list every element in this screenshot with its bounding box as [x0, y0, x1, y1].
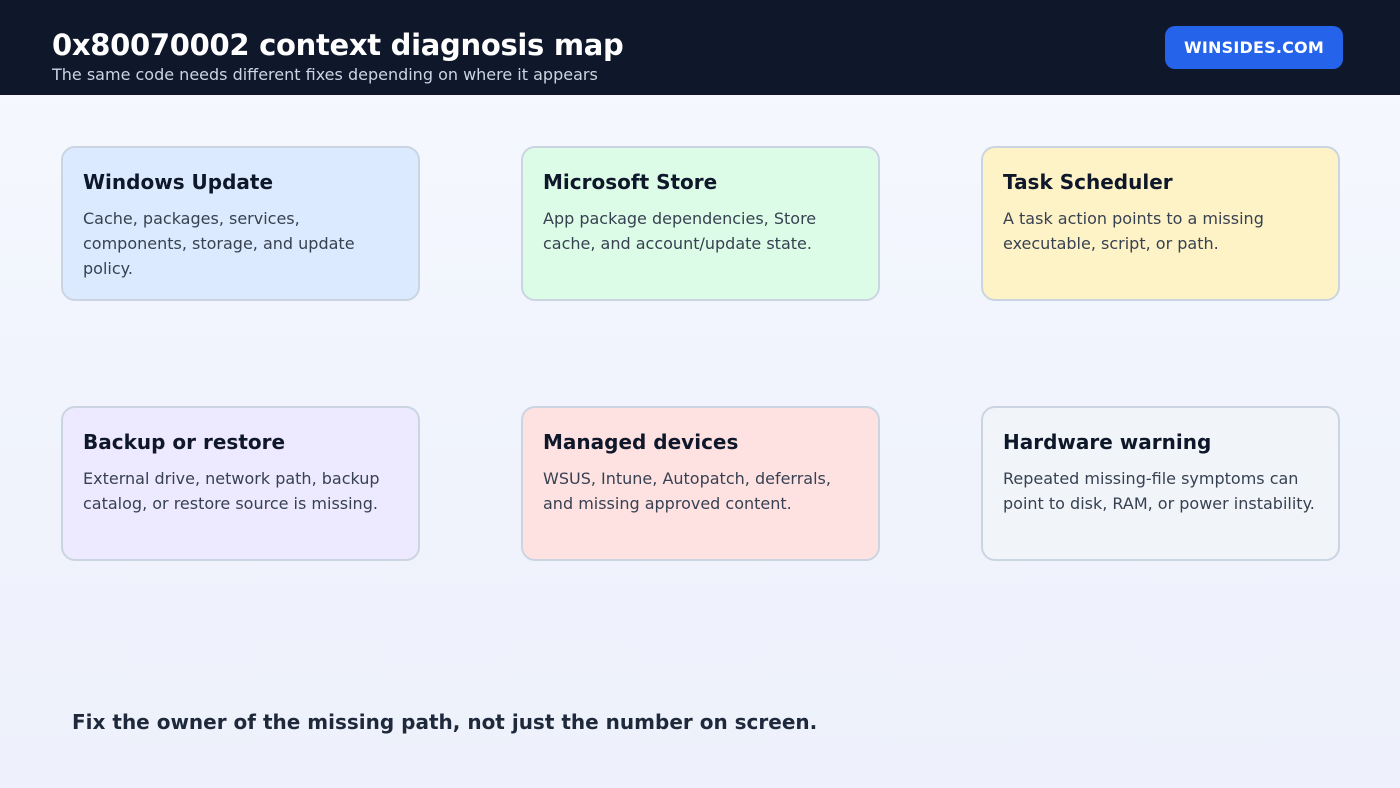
card-description: WSUS, Intune, Autopatch, deferrals, and … [543, 469, 831, 513]
card-description: Repeated missing-file symptoms can point… [1003, 469, 1315, 513]
card-description: Cache, packages, services, components, s… [83, 209, 355, 278]
card-description: App package dependencies, Store cache, a… [543, 209, 817, 253]
page-title: 0x80070002 context diagnosis map [52, 28, 624, 62]
page-subtitle: The same code needs different fixes depe… [52, 65, 598, 84]
card-title: Hardware warning [1003, 430, 1212, 454]
card-description: A task action points to a missing execut… [1003, 209, 1264, 253]
card-task-scheduler: Task Scheduler A task action points to a… [981, 146, 1340, 301]
card-title: Managed devices [543, 430, 739, 454]
card-title: Backup or restore [83, 430, 286, 454]
card-managed-devices: Managed devices WSUS, Intune, Autopatch,… [521, 406, 880, 561]
footer-note: Fix the owner of the missing path, not j… [72, 710, 818, 734]
card-microsoft-store: Microsoft Store App package dependencies… [521, 146, 880, 301]
card-title: Windows Update [83, 170, 274, 194]
card-backup-restore: Backup or restore External drive, networ… [61, 406, 420, 561]
card-windows-update: Windows Update Cache, packages, services… [61, 146, 420, 301]
card-hardware-warning: Hardware warning Repeated missing-file s… [981, 406, 1340, 561]
header-bar: 0x80070002 context diagnosis map The sam… [0, 0, 1400, 95]
card-title: Task Scheduler [1003, 170, 1173, 194]
site-badge-link[interactable]: WINSIDES.COM [1165, 26, 1343, 69]
card-title: Microsoft Store [543, 170, 718, 194]
card-description: External drive, network path, backup cat… [83, 469, 380, 513]
